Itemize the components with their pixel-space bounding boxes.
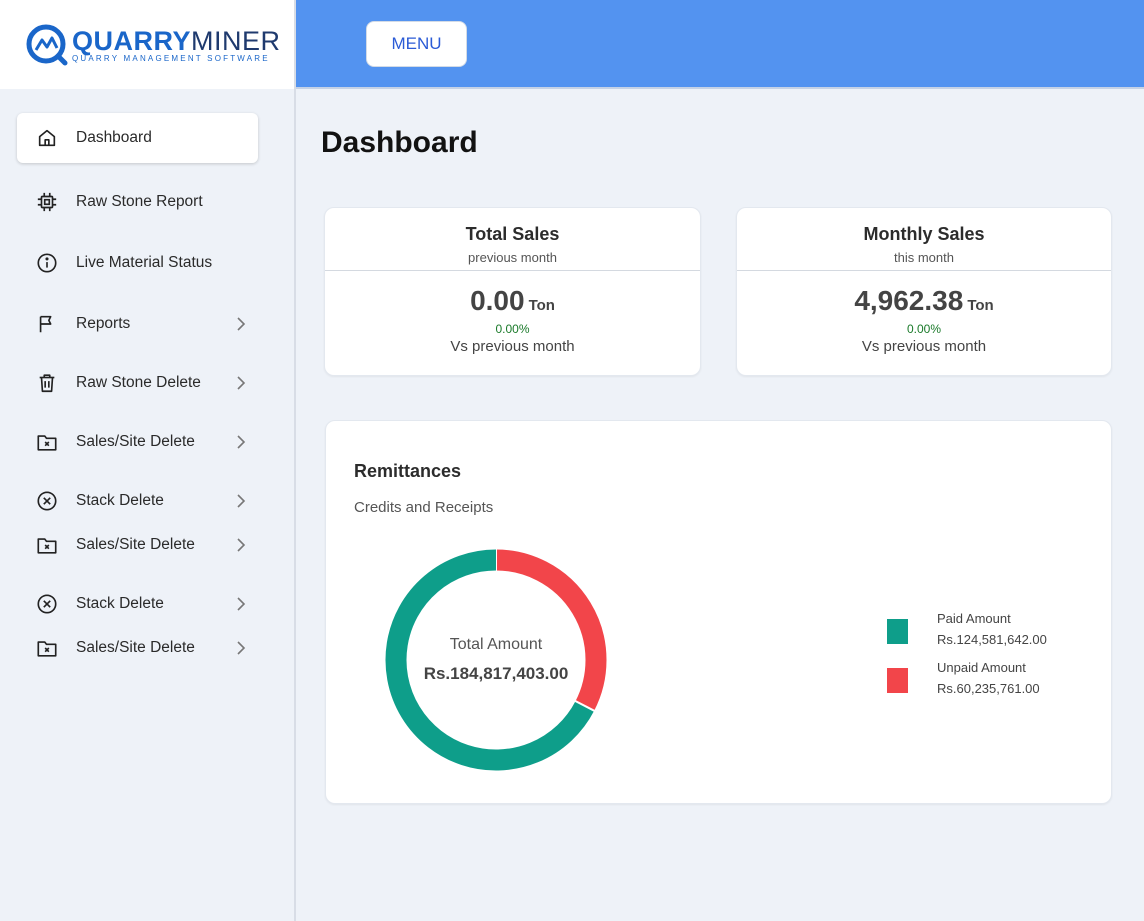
donut-slice-unpaid[interactable] — [495, 549, 607, 711]
card-unit: Ton — [528, 297, 555, 314]
page-title: Dashboard — [321, 126, 478, 159]
sidebar-item-stack-delete[interactable]: Stack Delete — [17, 476, 258, 526]
sidebar-item-label: Dashboard — [76, 129, 152, 146]
sidebar-item-label: Sales/Site Delete — [76, 536, 195, 553]
sidebar-item-sales-site-delete[interactable]: Sales/Site Delete — [17, 623, 258, 673]
sidebar-item-reports[interactable]: Reports — [17, 299, 258, 349]
legend-swatch — [887, 668, 908, 693]
folder-x-icon — [36, 431, 58, 453]
chevron-right-icon — [236, 641, 246, 655]
sidebar-item-sales-site-delete[interactable]: Sales/Site Delete — [17, 520, 258, 570]
folder-x-icon — [36, 534, 58, 556]
donut-center-total: Rs.184,817,403.00 — [423, 664, 569, 683]
card-compare: Vs previous month — [861, 338, 987, 355]
sidebar-item-label: Raw Stone Report — [76, 193, 203, 210]
menu-button[interactable]: MENU — [366, 21, 467, 67]
chevron-right-icon — [236, 317, 246, 331]
sidebar: QUARRYMINER QUARRY MANAGEMENT SOFTWARE D… — [0, 0, 296, 921]
chevron-right-icon — [236, 494, 246, 508]
total-sales-card: Total Sales previous month 0.00 Ton 0.00%… — [324, 207, 701, 376]
card-value: 4,962.38 — [854, 285, 964, 316]
card-subtitle: this month — [894, 250, 954, 265]
brand-name-part1: QUARRY — [72, 25, 192, 56]
chip-icon — [36, 191, 58, 213]
sidebar-item-sales-site-delete[interactable]: Sales/Site Delete — [17, 417, 258, 467]
remittances-title: Remittances — [354, 461, 462, 481]
legend-swatch — [887, 619, 908, 644]
sidebar-item-label: Live Material Status — [76, 254, 213, 271]
brand-tagline: QUARRY MANAGEMENT SOFTWARE — [72, 53, 270, 63]
remittances-card: Remittances Credits and Receipts Total A… — [325, 420, 1112, 804]
top-bar: MENU — [296, 0, 1144, 89]
flag-icon — [36, 313, 58, 335]
legend-name: Unpaid Amount — [937, 660, 1026, 675]
sidebar-item-raw-stone-delete[interactable]: Raw Stone Delete — [17, 358, 258, 408]
monthly-sales-card: Monthly Sales this month 4,962.38 Ton 0.0… — [736, 207, 1112, 376]
legend-value: Rs.124,581,642.00 — [937, 632, 1047, 647]
card-title: Monthly Sales — [863, 224, 985, 244]
sidebar-item-label: Reports — [76, 315, 131, 332]
sidebar-item-dashboard[interactable]: Dashboard — [17, 113, 258, 163]
circle-x-icon — [36, 593, 58, 615]
folder-x-icon — [36, 637, 58, 659]
sidebar-item-stack-delete[interactable]: Stack Delete — [17, 579, 258, 629]
legend-name: Paid Amount — [937, 611, 1011, 626]
sidebar-item-label: Stack Delete — [76, 595, 164, 612]
legend-value: Rs.60,235,761.00 — [937, 681, 1040, 696]
card-subtitle: previous month — [468, 250, 557, 265]
sidebar-item-label: Sales/Site Delete — [76, 639, 195, 656]
sidebar-item-label: Stack Delete — [76, 492, 164, 509]
sidebar-item-label: Raw Stone Delete — [76, 374, 201, 391]
info-icon — [36, 252, 58, 274]
chevron-right-icon — [236, 435, 246, 449]
home-icon — [36, 127, 58, 149]
donut-center-label: Total Amount — [449, 636, 543, 653]
chevron-right-icon — [236, 376, 246, 390]
trash-icon — [36, 372, 58, 394]
sidebar-item-live-material-status[interactable]: Live Material Status — [17, 238, 258, 288]
card-unit: Ton — [967, 297, 994, 314]
remittances-subtitle: Credits and Receipts — [354, 499, 494, 516]
card-percent: 0.00% — [906, 322, 942, 336]
sidebar-item-label: Sales/Site Delete — [76, 433, 195, 450]
donut-chart — [385, 548, 607, 771]
card-compare: Vs previous month — [450, 338, 575, 355]
logo[interactable]: QUARRYMINER QUARRY MANAGEMENT SOFTWARE — [0, 0, 294, 89]
card-title: Total Sales — [465, 224, 560, 244]
circle-x-icon — [36, 490, 58, 512]
chevron-right-icon — [236, 538, 246, 552]
brand-name-part2: MINER — [191, 25, 281, 56]
chevron-right-icon — [236, 597, 246, 611]
card-percent: 0.00% — [495, 322, 530, 336]
logo-mark-icon — [26, 24, 68, 65]
card-value: 0.00 — [470, 285, 525, 316]
sidebar-item-raw-stone-report[interactable]: Raw Stone Report — [17, 177, 258, 227]
